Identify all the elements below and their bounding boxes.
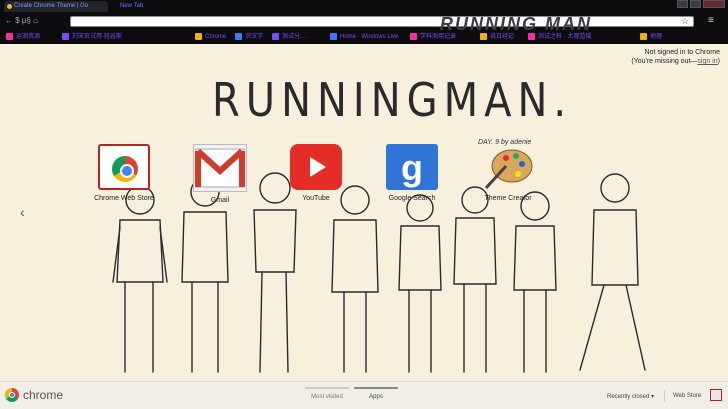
bookmark-icon: [195, 32, 202, 40]
signin-line2: (You're missing out—sign in): [631, 58, 720, 65]
figure: [253, 172, 297, 373]
minimize-button[interactable]: [677, 0, 688, 8]
recently-closed-menu[interactable]: Recently closed ▾: [607, 393, 654, 400]
page-switcher-most-visited[interactable]: Most visited: [305, 387, 349, 400]
maximize-button[interactable]: [690, 0, 701, 8]
tab-strip: Create Chrome Theme | Go New Tab: [0, 0, 728, 13]
bookmark-item[interactable]: 运测资源: [6, 32, 40, 42]
bookmark-item[interactable]: 学科测用记录: [410, 32, 456, 42]
bookmark-icon: [528, 32, 535, 40]
figure: [398, 194, 442, 373]
bookmark-item[interactable]: 说日经记: [480, 32, 514, 42]
theme-creator-icon: [482, 144, 534, 190]
app-chrome-web-store[interactable]: Chrome Web Store: [84, 144, 164, 202]
app-label: Theme Creator: [484, 195, 532, 202]
page-indicator-bar: [305, 387, 349, 389]
sign-in-link[interactable]: sign in: [697, 58, 717, 65]
bookmark-item[interactable]: Home · Windows Live: [330, 32, 398, 42]
bookmark-item[interactable]: 刘宋页试用·轻谷斯: [62, 32, 122, 42]
app-theme-creator[interactable]: Theme Creator: [468, 144, 548, 202]
footer-divider: [664, 390, 665, 402]
app-gmail[interactable]: Gmail: [180, 144, 260, 204]
bookmark-icon: [480, 32, 487, 40]
nav-buttons[interactable]: ← $ µ§ ⌂: [5, 16, 38, 26]
new-tab-page: Not signed in to Chrome (You're missing …: [0, 44, 728, 381]
page-indicator-bar: [354, 387, 398, 389]
bookmark-item[interactable]: 地理: [640, 32, 662, 42]
brand-wordmark: chrome: [23, 388, 64, 402]
tab-create-chrome-theme[interactable]: Create Chrome Theme | Go: [4, 1, 108, 12]
figure: [579, 173, 646, 371]
app-label: YouTube: [302, 195, 330, 202]
wrench-menu-icon[interactable]: ≡: [708, 15, 714, 26]
tab-new-tab[interactable]: New Tab: [110, 1, 158, 12]
figure: [112, 185, 168, 373]
apps-prev-arrow-icon[interactable]: ‹: [20, 204, 25, 220]
chrome-logo-icon: [5, 388, 19, 402]
app-label: Gmail: [210, 197, 230, 204]
bookmark-icon: [410, 32, 417, 40]
close-window-button[interactable]: [703, 0, 725, 8]
app-label: Google Search: [388, 195, 436, 202]
ntp-footer: chrome Most visited Apps Recently closed…: [0, 381, 728, 409]
page-switcher-apps[interactable]: Apps: [354, 387, 398, 400]
bookmark-icon: [330, 32, 337, 40]
toolbar: ← $ µ§ ⌂ ☆: [0, 13, 728, 30]
app-youtube[interactable]: YouTube: [276, 144, 356, 202]
bookmark-icon: [6, 32, 13, 40]
figure: [453, 186, 497, 373]
bookmark-icon: [62, 32, 69, 40]
bookmark-icon: [640, 32, 647, 40]
bookmark-item[interactable]: Chrome: [195, 32, 226, 42]
webstore-icon: [98, 144, 150, 190]
signin-status: Not signed in to Chrome: [644, 49, 720, 56]
figure: [181, 177, 229, 373]
google-search-icon: g: [386, 144, 438, 190]
bookmark-icon: [235, 32, 242, 40]
bookmark-icon: [272, 32, 279, 40]
signin-promo: Not signed in to Chrome (You're missing …: [631, 48, 720, 66]
svg-text:g: g: [401, 147, 423, 188]
tab-label: New Tab: [120, 3, 144, 9]
tab-label: Create Chrome Theme | Go: [14, 3, 89, 9]
figure: [331, 185, 379, 373]
bookmarks-bar: 运测资源 刘宋页试用·轻谷斯 Chrome 识汉字 测试分… Home · Wi…: [0, 30, 728, 44]
omnibox-input[interactable]: ☆: [70, 16, 694, 27]
bookmark-star-icon[interactable]: ☆: [681, 16, 689, 27]
tab-favicon: [7, 4, 12, 9]
app-google-search[interactable]: g Google Search: [372, 144, 452, 202]
bookmark-item[interactable]: 测试之科 · 大观范域: [528, 32, 591, 42]
figure: [513, 191, 557, 373]
web-store-icon[interactable]: [710, 389, 722, 401]
bookmark-item[interactable]: 测试分…: [272, 32, 306, 42]
theme-illustration: [112, 172, 646, 373]
browser-frame: Create Chrome Theme | Go New Tab ← $ µ§ …: [0, 0, 728, 44]
app-label: Chrome Web Store: [94, 195, 154, 202]
youtube-icon: [290, 144, 342, 190]
gmail-icon: [193, 144, 247, 192]
web-store-link[interactable]: Web Store: [673, 393, 701, 399]
bookmark-item[interactable]: 识汉字: [235, 32, 263, 42]
theme-title: RUNNINGMAN.: [212, 74, 573, 128]
